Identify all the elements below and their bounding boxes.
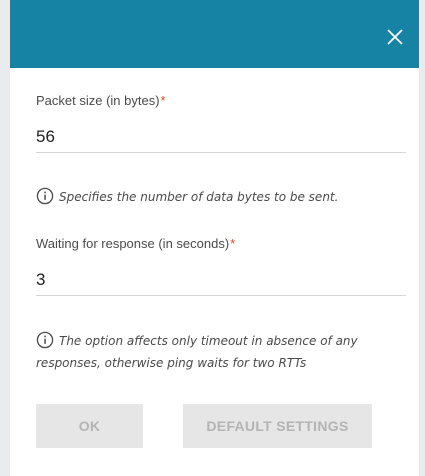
info-icon [36, 331, 54, 349]
ok-button[interactable]: OK [36, 404, 143, 448]
required-mark: * [230, 236, 236, 251]
ping-settings-dialog: Packet size (in bytes)* Specifies the nu… [10, 0, 419, 476]
default-settings-button[interactable]: DEFAULT SETTINGS [183, 404, 372, 448]
waiting-label-text: Waiting for response (in seconds) [36, 236, 230, 251]
close-icon [387, 29, 403, 45]
waiting-input[interactable] [36, 265, 406, 296]
packet-size-hint: Specifies the number of data bytes to be… [36, 186, 398, 208]
waiting-label: Waiting for response (in seconds)* [36, 236, 235, 251]
packet-size-hint-text: Specifies the number of data bytes to be… [59, 190, 339, 204]
waiting-hint: The option affects only timeout in absen… [36, 330, 398, 374]
packet-size-label: Packet size (in bytes)* [36, 93, 166, 108]
dialog-header [10, 0, 419, 68]
close-button[interactable] [385, 27, 405, 47]
packet-size-input[interactable] [36, 122, 406, 153]
waiting-hint-text: The option affects only timeout in absen… [36, 334, 358, 370]
required-mark: * [160, 93, 166, 108]
info-icon [36, 187, 54, 205]
packet-size-label-text: Packet size (in bytes) [36, 93, 160, 108]
